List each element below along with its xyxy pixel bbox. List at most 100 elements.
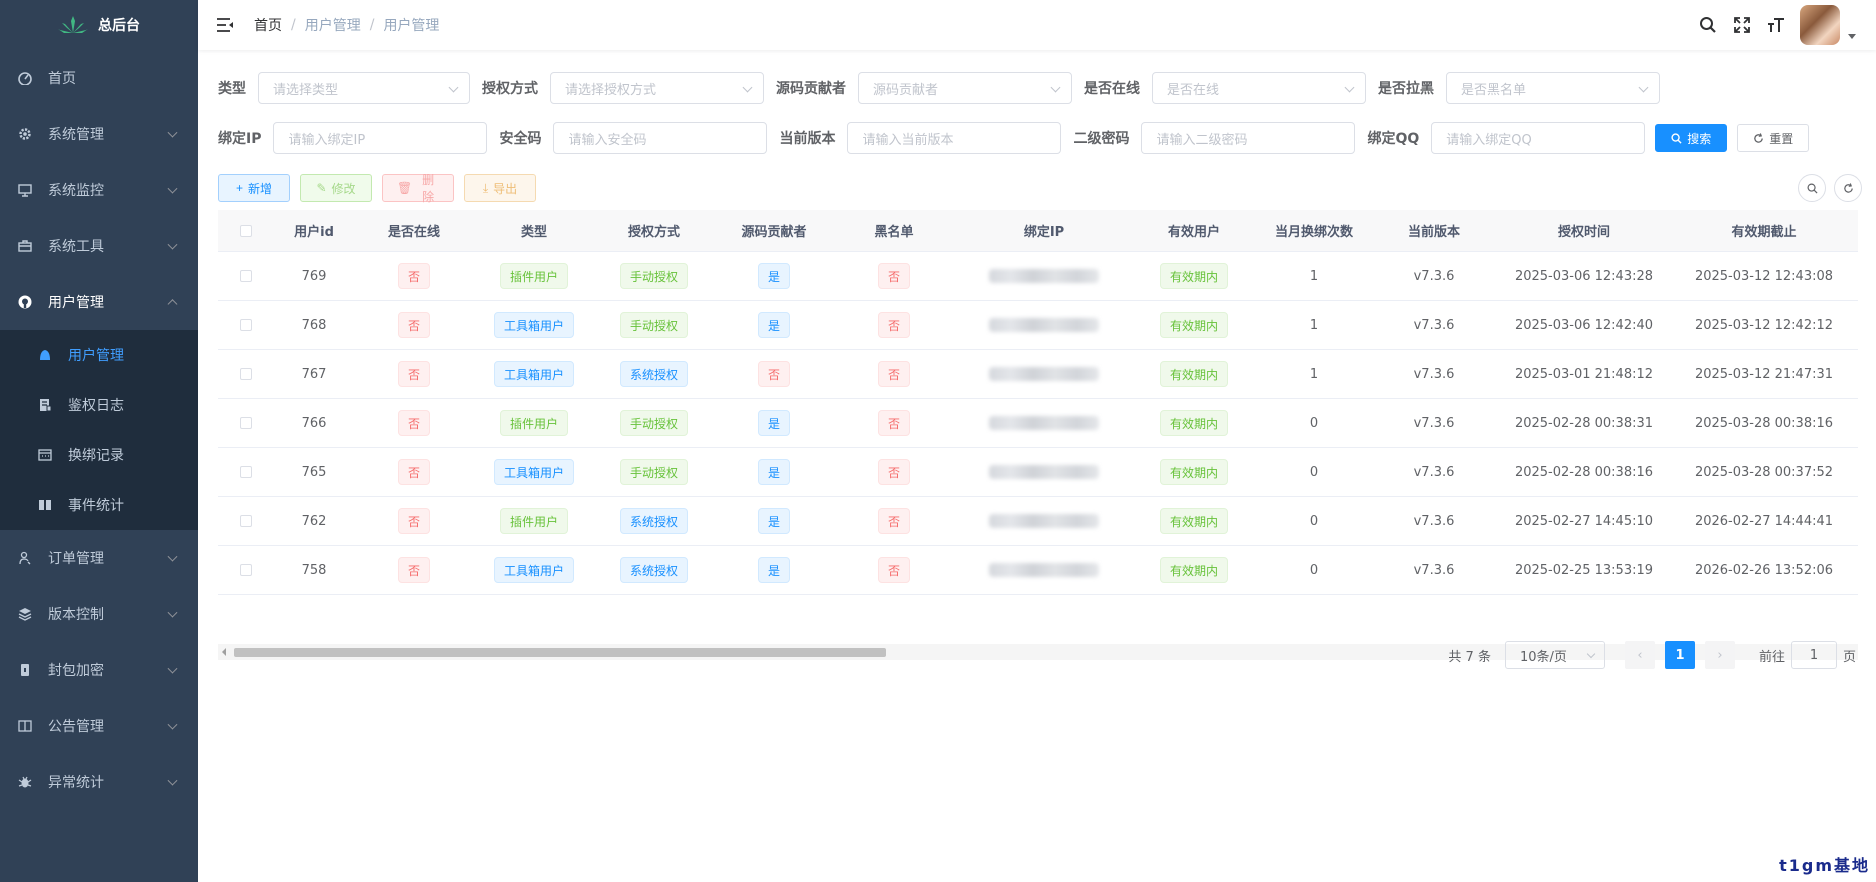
delete-button[interactable]: 🗑 删除 xyxy=(382,173,454,204)
column-header: 类型 xyxy=(520,225,547,240)
reset-button[interactable]: 重置 xyxy=(1737,124,1810,152)
table-row[interactable]: 762 否 插件用户 系统授权 是 否 有效期内 0 v7.3.6 2025-02-27 14:4… xyxy=(218,497,1858,546)
column-header: 有效用户 xyxy=(1167,225,1220,240)
table-cell[interactable] xyxy=(218,466,274,478)
sidebar-item-label: 用户管理 xyxy=(68,348,124,364)
table-row[interactable]: 768 否 工具箱用户 手动授权 是 否 有效期内 1 v7.3.6 2025-03-06 12:… xyxy=(218,301,1858,350)
checkbox[interactable] xyxy=(240,319,252,331)
page-size-select[interactable]: 10条/页 xyxy=(1504,641,1605,669)
swap-count: 1 xyxy=(1309,317,1319,333)
qq-input[interactable]: 请输入绑定QQ xyxy=(1431,122,1646,154)
refresh-button[interactable] xyxy=(1834,174,1862,202)
swap-count: 1 xyxy=(1309,268,1319,284)
sidebar-subitem-auth-log[interactable]: 鉴权日志 xyxy=(0,380,198,430)
checkbox[interactable] xyxy=(240,224,252,237)
checkbox[interactable] xyxy=(240,515,252,527)
checkbox[interactable] xyxy=(240,466,252,478)
table-cell: 插件用户 xyxy=(474,263,594,289)
ip-redacted xyxy=(989,269,1099,283)
caret-down-icon[interactable] xyxy=(1848,33,1856,39)
blacklist-tag: 否 xyxy=(877,557,910,583)
sidebar-item-system[interactable]: 系统管理 xyxy=(0,106,198,162)
sidebar-item-user-management[interactable]: 用户管理 xyxy=(0,274,198,330)
ip-input[interactable]: 请输入绑定IP xyxy=(273,122,488,154)
table-cell[interactable] xyxy=(218,417,274,429)
table-cell: 有效期内 xyxy=(1134,410,1254,436)
sidebar-item-orders[interactable]: 订单管理 xyxy=(0,530,198,586)
prev-page-button[interactable]: ‹ xyxy=(1624,641,1655,669)
sidebar-item-announcements[interactable]: 公告管理 xyxy=(0,698,198,754)
sidebar-subitem-swap-record[interactable]: 换绑记录 xyxy=(0,430,198,480)
hamburger-icon[interactable] xyxy=(216,17,234,33)
font-size-icon[interactable] xyxy=(1766,15,1786,35)
table-header: 用户id 是否在线 类型 授权方式 源码贡献者 黑名单 绑定IP 有效用户 当月… xyxy=(218,210,1858,252)
sidebar-item-label: 异常统计 xyxy=(48,775,104,791)
header-select-all[interactable] xyxy=(218,224,274,237)
valid-tag: 有效期内 xyxy=(1159,263,1228,289)
checkbox[interactable] xyxy=(240,564,252,576)
auth-select[interactable]: 请选择授权方式 xyxy=(550,72,764,104)
column-header: 是否在线 xyxy=(387,225,440,240)
page-number-current[interactable]: 1 xyxy=(1664,641,1695,669)
blacklist-tag: 否 xyxy=(877,410,910,436)
type-select[interactable]: 请选择类型 xyxy=(258,72,470,104)
sidebar-subitem-users[interactable]: 用户管理 xyxy=(0,330,198,380)
checkbox[interactable] xyxy=(240,417,252,429)
search-icon[interactable] xyxy=(1698,15,1718,35)
checkbox[interactable] xyxy=(240,368,252,380)
fullscreen-icon[interactable] xyxy=(1732,15,1752,35)
table-cell[interactable] xyxy=(218,319,274,331)
table-cell[interactable] xyxy=(218,564,274,576)
table-cell: 2025-03-28 00:37:52 xyxy=(1674,465,1854,480)
export-button[interactable]: ⤓ 导出 xyxy=(464,174,536,202)
table-cell[interactable] xyxy=(218,368,274,380)
sidebar-item-encryption[interactable]: 封包加密 xyxy=(0,642,198,698)
search-button[interactable]: 搜索 xyxy=(1655,124,1728,152)
sidebar-subitem-event-stats[interactable]: 事件统计 xyxy=(0,480,198,530)
table-row[interactable]: 758 否 工具箱用户 系统授权 是 否 有效期内 0 v7.3.6 2025-02-25 13:… xyxy=(218,546,1858,595)
swap-count: 0 xyxy=(1309,562,1319,578)
download-icon: ⤓ xyxy=(482,180,489,195)
table-row[interactable]: 766 否 插件用户 手动授权 是 否 有效期内 0 v7.3.6 2025-02-28 00:3… xyxy=(218,399,1858,448)
valid-tag: 有效期内 xyxy=(1159,361,1228,387)
sidebar-item-tools[interactable]: 系统工具 xyxy=(0,218,198,274)
goto-page-input[interactable]: 1 xyxy=(1790,641,1837,669)
scroll-left-arrow-icon[interactable] xyxy=(222,648,226,656)
table-cell: 否 xyxy=(834,459,954,485)
table-row[interactable]: 769 否 插件用户 手动授权 是 否 有效期内 1 v7.3.6 2025-03-06 12:4… xyxy=(218,252,1858,301)
checkbox[interactable] xyxy=(240,270,252,282)
table-cell: v7.3.6 xyxy=(1374,416,1494,431)
table-row[interactable]: 765 否 工具箱用户 手动授权 是 否 有效期内 0 v7.3.6 2025-02-28 00:… xyxy=(218,448,1858,497)
avatar[interactable] xyxy=(1800,5,1840,45)
contrib-select[interactable]: 源码贡献者 xyxy=(858,72,1072,104)
add-button[interactable]: + 新增 xyxy=(218,174,290,202)
sidebar-item-monitor[interactable]: 系统监控 xyxy=(0,162,198,218)
user-table: 用户id 是否在线 类型 授权方式 源码贡献者 黑名单 绑定IP 有效用户 当月… xyxy=(218,210,1858,595)
online-select[interactable]: 是否在线 xyxy=(1152,72,1366,104)
breadcrumb-home[interactable]: 首页 xyxy=(254,15,282,35)
black-select[interactable]: 是否黑名单 xyxy=(1446,72,1660,104)
column-header: 源码贡献者 xyxy=(741,225,807,240)
edit-button-label: 修改 xyxy=(331,181,356,196)
version-input[interactable]: 请输入当前版本 xyxy=(847,122,1062,154)
breadcrumb: 首页 / 用户管理 / 用户管理 xyxy=(254,15,439,35)
scrollbar-thumb[interactable] xyxy=(234,648,886,657)
table-row[interactable]: 767 否 工具箱用户 系统授权 否 否 有效期内 1 v7.3.6 2025-03-01 21:… xyxy=(218,350,1858,399)
code-input[interactable]: 请输入安全码 xyxy=(553,122,768,154)
sidebar-item-version[interactable]: 版本控制 xyxy=(0,586,198,642)
table-cell: v7.3.6 xyxy=(1374,269,1494,284)
table-cell[interactable] xyxy=(218,270,274,282)
expire-time: 2025-03-12 12:43:08 xyxy=(1694,268,1834,284)
next-page-button[interactable]: › xyxy=(1704,641,1735,669)
auth-tag: 手动授权 xyxy=(619,312,688,338)
password-input[interactable]: 请输入二级密码 xyxy=(1141,122,1356,154)
logo-title: 总后台 xyxy=(98,18,140,34)
sidebar-item-exceptions[interactable]: 异常统计 xyxy=(0,754,198,810)
auth-tag: 系统授权 xyxy=(619,557,688,583)
edit-button[interactable]: ✎ 修改 xyxy=(300,174,372,202)
table-cell[interactable] xyxy=(218,515,274,527)
page-size-value: 10条/页 xyxy=(1519,649,1567,665)
search-button-label: 搜索 xyxy=(1687,131,1712,146)
sidebar-item-home[interactable]: 首页 xyxy=(0,50,198,106)
toggle-search-button[interactable] xyxy=(1798,174,1826,202)
